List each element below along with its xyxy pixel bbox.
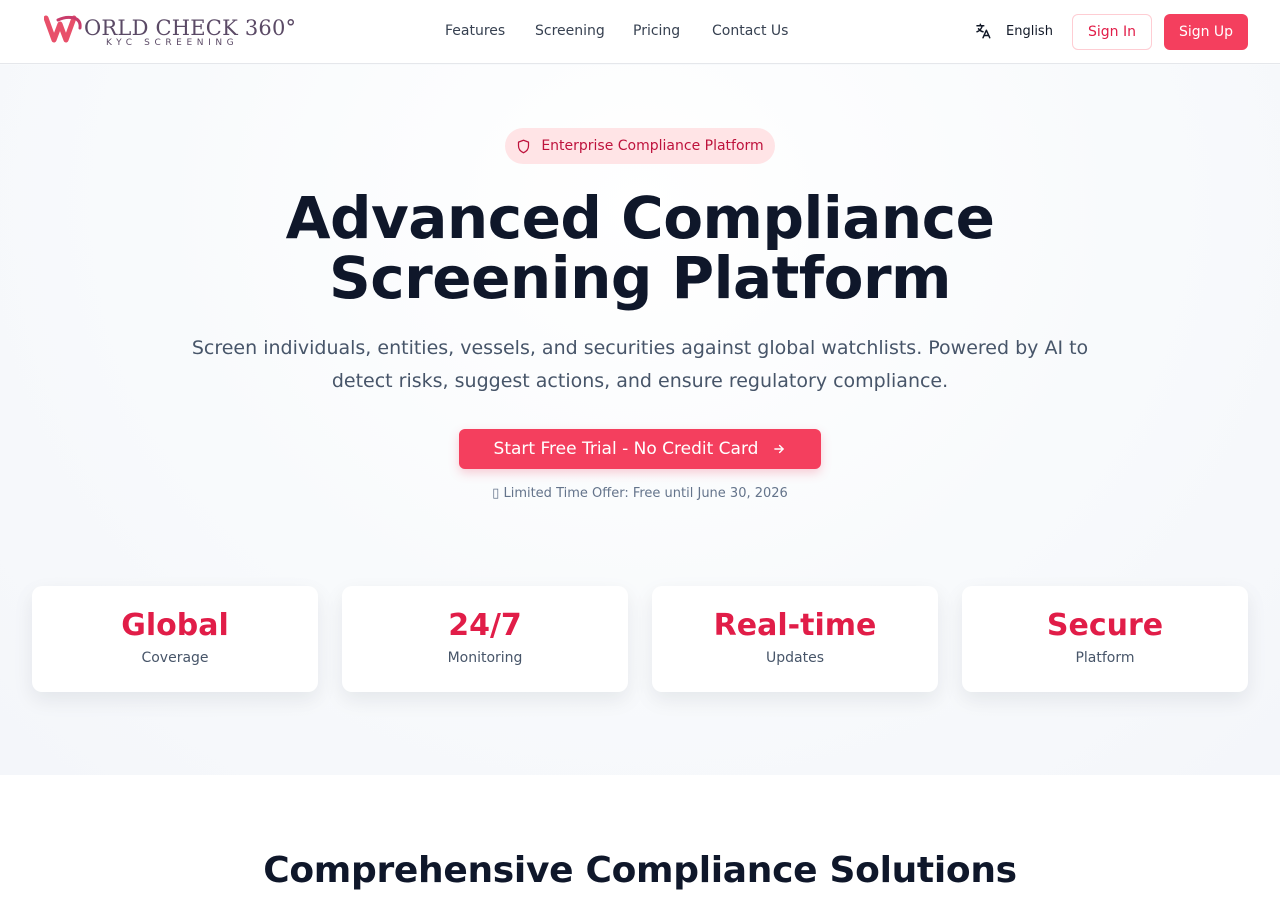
start-trial-button[interactable]: Start Free Trial - No Credit Card	[459, 429, 821, 469]
hero-title-line-1: Advanced Compliance	[285, 184, 995, 252]
language-label: English	[1006, 23, 1053, 39]
brand-tagline: KYC SCREENING	[106, 38, 239, 48]
hero-subtitle-line-1: Screen individuals, entities, vessels, a…	[191, 337, 1089, 359]
solutions-title: Comprehensive Compliance Solutions	[263, 850, 1017, 891]
stat-label: Coverage	[141, 650, 209, 666]
hero-subtitle: Screen individuals, entities, vessels, a…	[190, 332, 1090, 398]
shield-icon	[518, 139, 530, 153]
offer-note: ▯ Limited Time Offer: Free until June 30…	[492, 486, 788, 501]
language-selector[interactable]: English	[974, 22, 1053, 40]
stat-value: Secure	[1046, 608, 1164, 643]
badge-label: Enterprise Compliance Platform	[541, 138, 764, 154]
hero-title: Advanced Compliance Screening Platform	[0, 188, 1280, 308]
arrow-right-icon	[774, 444, 785, 454]
brand-logo[interactable]: ORLD CHECK 360° KYC SCREENING	[44, 14, 296, 50]
nav-item-features[interactable]: Features	[445, 23, 505, 39]
stat-label: Updates	[766, 650, 824, 666]
start-trial-label: Start Free Trial - No Credit Card	[493, 439, 759, 459]
site-header: ORLD CHECK 360° KYC SCREENING Features S…	[0, 0, 1280, 64]
stat-card-monitoring: 24/7 Monitoring	[342, 586, 628, 692]
nav-item-pricing[interactable]: Pricing	[633, 23, 680, 39]
stat-card-updates: Real-time Updates	[652, 586, 938, 692]
stat-label: Monitoring	[447, 650, 523, 666]
stat-label: Platform	[1075, 650, 1135, 666]
stat-card-platform: Secure Platform	[962, 586, 1248, 692]
hero-title-line-2: Screening Platform	[329, 244, 951, 312]
stat-value: Real-time	[713, 608, 877, 643]
stat-value: Global	[121, 608, 229, 643]
brand-name: ORLD CHECK 360°	[84, 16, 297, 40]
nav-item-screening[interactable]: Screening	[535, 23, 605, 39]
hero-subtitle-line-2: detect risks, suggest actions, and ensur…	[331, 370, 949, 392]
stat-value: 24/7	[448, 608, 522, 643]
sign-up-button[interactable]: Sign Up	[1164, 14, 1248, 50]
platform-badge: Enterprise Compliance Platform	[505, 128, 775, 164]
sign-in-button[interactable]: Sign In	[1072, 14, 1152, 50]
stat-card-coverage: Global Coverage	[32, 586, 318, 692]
nav-item-contact[interactable]: Contact Us	[712, 23, 788, 39]
translate-icon	[976, 23, 991, 39]
logo-mark-icon	[44, 15, 82, 43]
